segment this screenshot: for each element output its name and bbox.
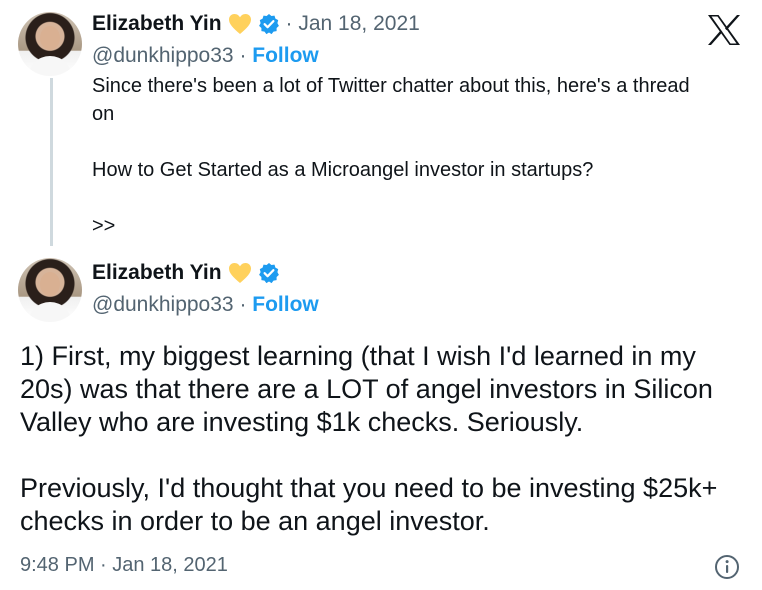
tweet-timestamp[interactable]: 9:48 PM · Jan 18, 2021: [20, 554, 228, 577]
tweet2-handle-row: @dunkhippo33 · Follow: [92, 293, 319, 317]
heart-icon: [228, 14, 251, 34]
tweet-paragraph: 1) First, my biggest learning (that I wi…: [20, 341, 713, 437]
tweet-text-line: How to Get Started as a Microangel inves…: [92, 159, 594, 181]
separator: ·: [233, 44, 253, 67]
tweet-date[interactable]: · Jan 18, 2021: [286, 12, 420, 36]
tweet1-author-row: Elizabeth Yin · Jan 18, 2021: [92, 12, 420, 36]
tweet2-author-row: Elizabeth Yin: [92, 261, 280, 285]
author-name[interactable]: Elizabeth Yin: [92, 12, 222, 36]
verified-badge-icon: [258, 263, 279, 284]
author-handle[interactable]: @dunkhippo33: [92, 293, 234, 316]
avatar[interactable]: [18, 258, 82, 322]
tweet1-handle-row: @dunkhippo33 · Follow: [92, 44, 319, 68]
thread-connector-line: [50, 78, 53, 246]
tweet-text-line: >>: [92, 215, 116, 237]
tweet-text-line: Since there's been a lot of Twitter chat…: [92, 75, 690, 125]
heart-icon: [228, 263, 251, 283]
author-handle[interactable]: @dunkhippo33: [92, 44, 234, 67]
separator: ·: [233, 293, 253, 316]
avatar[interactable]: [18, 12, 82, 76]
info-icon[interactable]: [714, 554, 740, 580]
x-logo-icon[interactable]: [706, 14, 742, 46]
tweet-paragraph: Previously, I'd thought that you need to…: [20, 473, 718, 536]
tweet1-body: Since there's been a lot of Twitter chat…: [92, 72, 712, 240]
follow-button[interactable]: Follow: [252, 44, 319, 67]
tweet2-body: 1) First, my biggest learning (that I wi…: [20, 340, 750, 538]
follow-button[interactable]: Follow: [252, 293, 319, 316]
author-name[interactable]: Elizabeth Yin: [92, 261, 222, 285]
verified-badge-icon: [258, 14, 279, 35]
